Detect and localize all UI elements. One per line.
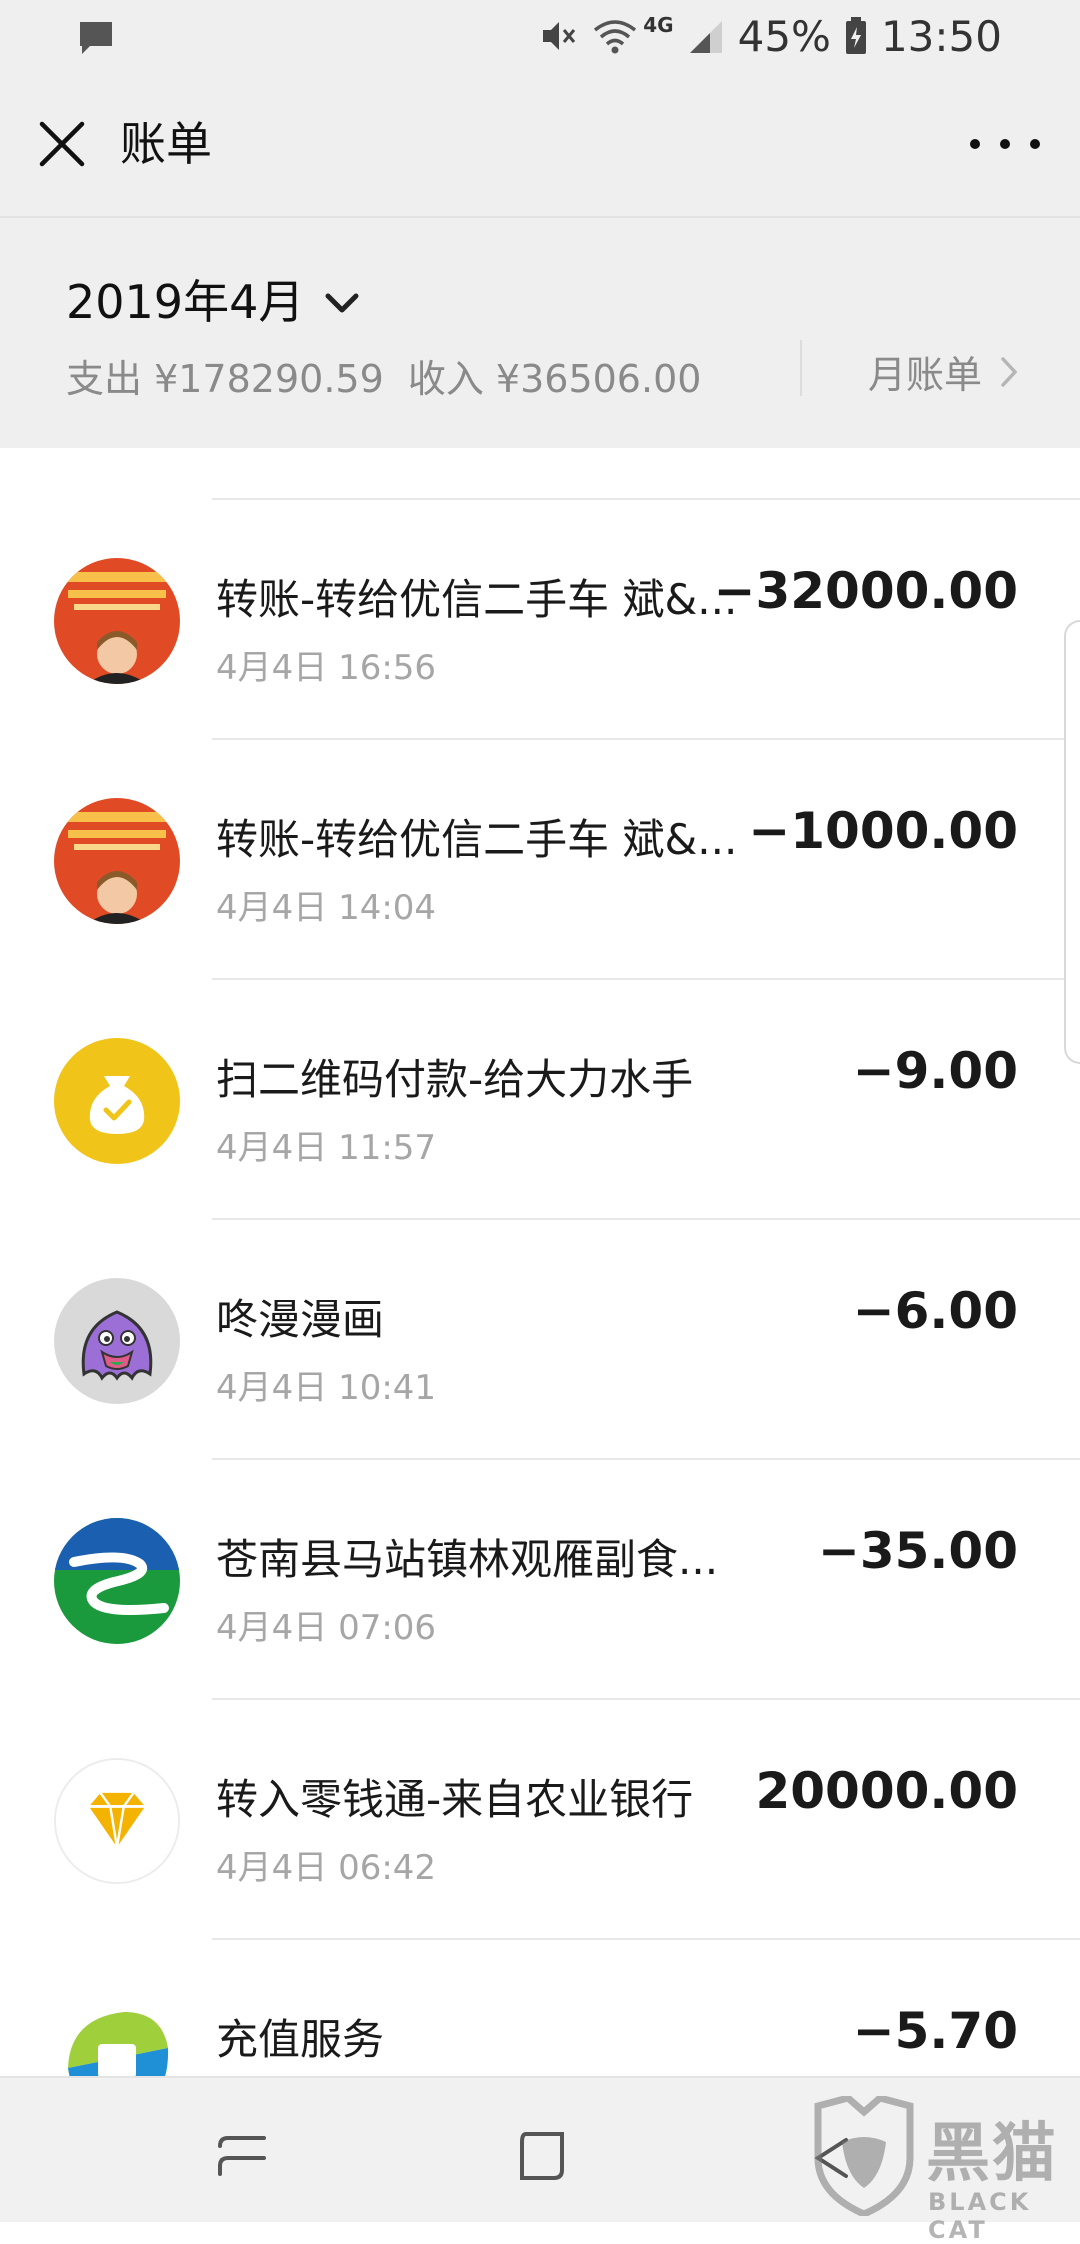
page-title: 账单 [120,117,212,171]
transaction-row[interactable]: 扫二维码付款-给大力水手 4月4日 11:57 −9.00 [0,980,1080,1218]
transaction-amount: −35.00 [817,1522,1018,1580]
network-type: 4G [643,13,674,37]
month-label: 2019年4月 [66,275,305,329]
chevron-down-icon [325,293,359,313]
transaction-name: 扫二维码付款-给大力水手 [216,1055,694,1104]
mute-icon [537,16,577,56]
more-icon[interactable] [970,122,1040,166]
diamond-icon [54,1758,180,1884]
more-dot [1000,139,1010,149]
transaction-row[interactable]: 转入零钱通-来自农业银行 4月4日 06:42 20000.00 [0,1700,1080,1938]
watermark-text: 黑猫 [926,2117,1058,2191]
battery-icon [845,17,867,55]
month-summary: 2019年4月 支出 ¥178290.59 收入 ¥36506.00 月账单 [0,218,1080,448]
close-icon[interactable] [34,116,90,172]
transaction-row[interactable]: 转账-转给优信二手车 斌&... 4月4日 16:56 −32000.00 [0,500,1080,738]
river-logo-icon [54,1518,180,1644]
title-bar: 账单 [0,72,1080,218]
expense-total: 支出 ¥178290.59 [66,357,384,401]
transaction-name: 转账-转给优信二手车 斌&... [216,575,738,624]
transaction-name: 转入零钱通-来自农业银行 [216,1775,694,1824]
transaction-row[interactable]: 转账-转给优信二手车 斌&... 4月4日 14:04 −1000.00 [0,740,1080,978]
watermark-subtext: BLACK CAT [928,2188,1032,2244]
transaction-time: 4月4日 16:56 [216,648,437,688]
home-icon[interactable] [516,2130,568,2186]
transaction-amount: −32000.00 [713,562,1018,620]
transaction-row[interactable]: 咚漫漫画 4月4日 10:41 −6.00 [0,1220,1080,1458]
month-totals: 支出 ¥178290.59 收入 ¥36506.00 [66,348,713,403]
battery-percent: 45% [737,11,831,61]
cat-shield-icon [814,2096,914,2216]
transaction-time: 4月4日 06:42 [216,1848,437,1888]
more-dot [970,139,980,149]
transaction-row[interactable]: 苍南县马站镇林观雁副食... 4月4日 07:06 −35.00 [0,1460,1080,1698]
transaction-name: 咚漫漫画 [216,1295,385,1344]
transaction-time: 4月4日 07:06 [216,1608,437,1648]
status-bar: 4G 45% 13:50 [0,0,1080,72]
dongman-icon [54,1278,180,1404]
chevron-right-icon [1001,356,1018,387]
clock: 13:50 [880,11,1002,61]
wifi-icon [591,16,639,56]
transaction-time: 4月4日 10:41 [216,1368,437,1408]
transaction-amount: 20000.00 [755,1762,1018,1820]
monthly-bill-label: 月账单 [868,353,983,397]
uxin-avatar [54,798,180,924]
more-dot [1030,139,1040,149]
uxin-avatar [54,558,180,684]
money-bag-icon [54,1038,180,1164]
status-icons: 4G 45% 13:50 [537,0,1002,72]
transaction-time: 4月4日 14:04 [216,888,437,928]
transaction-amount: −6.00 [852,1282,1018,1340]
month-selector[interactable]: 2019年4月 [66,266,360,332]
income-total: 收入 ¥36506.00 [407,357,702,401]
signal-icon [688,17,724,55]
message-icon [76,18,116,62]
monthly-bill-link[interactable]: 月账单 [868,344,1018,399]
scrollbar[interactable] [1064,620,1080,1064]
transaction-amount: −1000.00 [748,802,1018,860]
transaction-time: 4月4日 11:57 [216,1128,437,1168]
transaction-name: 苍南县马站镇林观雁副食... [216,1535,719,1584]
divider [800,340,802,396]
transaction-name: 转账-转给优信二手车 斌&... [216,815,738,864]
blackcat-watermark: 黑猫 BLACK CAT [808,2096,1080,2244]
transaction-name: 充值服务 [216,2015,385,2064]
transaction-amount: −9.00 [852,1042,1018,1100]
transaction-amount: −5.70 [852,2002,1018,2060]
recent-apps-icon[interactable] [216,2130,270,2186]
